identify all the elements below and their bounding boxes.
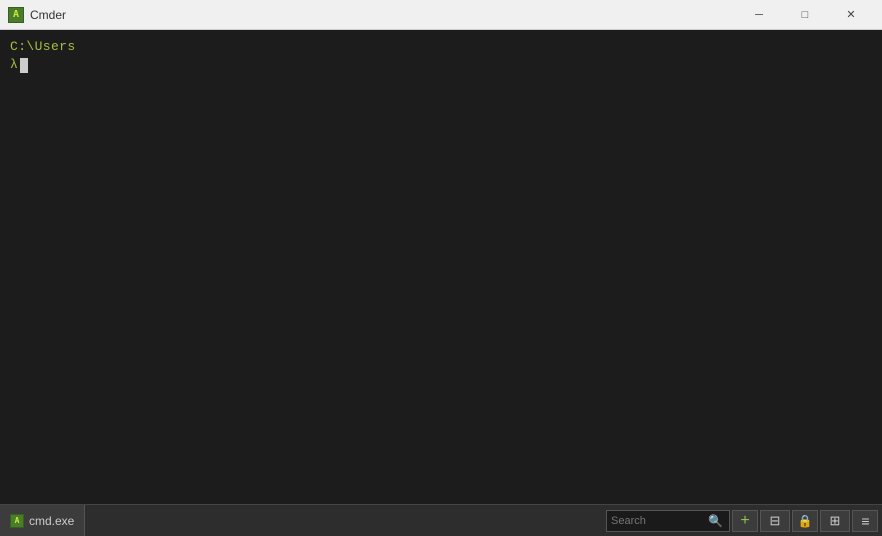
hamburger-icon: ≡ <box>861 513 868 529</box>
terminal-prompt-line: λ <box>10 56 872 74</box>
status-bar: A cmd.exe 🔍 + ⊟ 🔒 ⊞ ≡ <box>0 504 882 536</box>
lock-button[interactable]: 🔒 <box>792 510 818 532</box>
terminal-area[interactable]: C:\Users λ <box>0 30 882 504</box>
title-bar-left: A Cmder <box>8 7 66 23</box>
add-tab-icon: + <box>740 512 749 530</box>
cmd-tab[interactable]: A cmd.exe <box>0 505 85 536</box>
search-button[interactable]: 🔍 <box>706 511 725 531</box>
terminal-cursor <box>20 58 28 73</box>
tab-list-icon: ⊞ <box>830 513 841 529</box>
lock-icon: 🔒 <box>798 514 813 528</box>
split-view-icon: ⊟ <box>770 513 781 529</box>
window-title: Cmder <box>30 8 66 22</box>
search-input[interactable] <box>611 515 706 527</box>
tab-icon: A <box>10 514 24 528</box>
status-bar-right: 🔍 + ⊟ 🔒 ⊞ ≡ <box>606 505 882 536</box>
app-icon: A <box>8 7 24 23</box>
tab-label: cmd.exe <box>29 514 74 528</box>
menu-button[interactable]: ≡ <box>852 510 878 532</box>
terminal-path-line: C:\Users <box>10 38 872 56</box>
split-view-button[interactable]: ⊟ <box>760 510 790 532</box>
title-bar: A Cmder ─ □ ✕ <box>0 0 882 30</box>
minimize-button[interactable]: ─ <box>736 0 782 30</box>
prompt-symbol: λ <box>10 56 18 74</box>
title-bar-controls: ─ □ ✕ <box>736 0 874 30</box>
search-box: 🔍 <box>606 510 730 532</box>
maximize-button[interactable]: □ <box>782 0 828 30</box>
tab-list-button[interactable]: ⊞ <box>820 510 850 532</box>
close-button[interactable]: ✕ <box>828 0 874 30</box>
status-bar-left: A cmd.exe <box>0 505 85 536</box>
add-tab-button[interactable]: + <box>732 510 758 532</box>
